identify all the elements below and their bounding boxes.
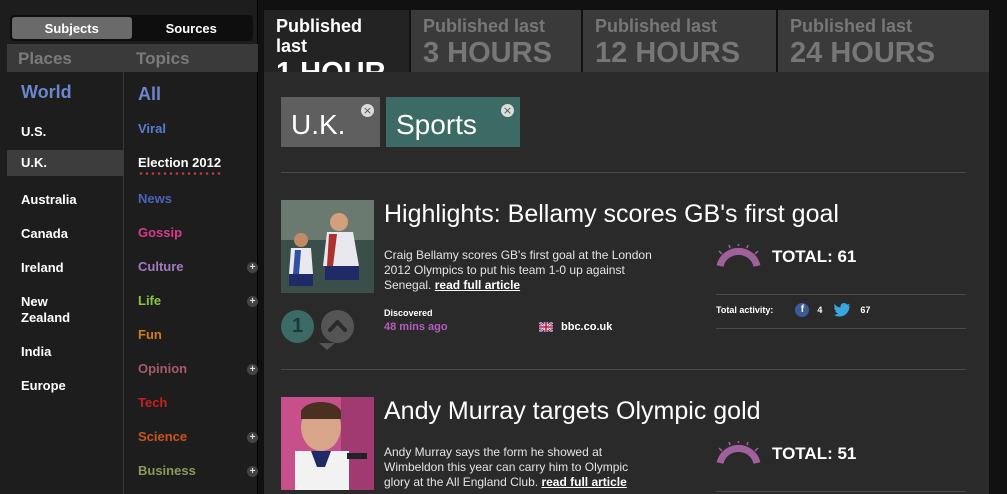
discovered-time: 48 mins ago (384, 321, 448, 333)
subjects-toggle-button[interactable]: Subjects (12, 17, 132, 39)
topic-item-business[interactable]: Business + (124, 463, 258, 478)
tab-3-hours-line1: Published last (423, 16, 546, 36)
read-full-article-link[interactable]: read full article (435, 278, 520, 292)
topic-item-science[interactable]: Science + (124, 429, 258, 444)
time-range-tabs: Published last 1 HOUR Published last 3 H… (264, 10, 989, 89)
expand-science-icon[interactable]: + (247, 432, 258, 443)
topic-item-tech[interactable]: Tech (124, 395, 258, 410)
left-navigation: Subjects Sources Places Topics World U.S… (0, 0, 258, 494)
uk-flag-icon (539, 322, 553, 332)
topic-label-opinion: Opinion (138, 361, 188, 376)
topic-item-culture[interactable]: Culture + (124, 259, 258, 274)
article-total-score: TOTAL: 51 (772, 444, 857, 463)
divider (281, 172, 966, 173)
place-item-uk[interactable]: U.K. (7, 150, 123, 176)
topic-item-opinion[interactable]: Opinion + (124, 361, 258, 376)
filter-chip-uk-label: U.K. (291, 109, 346, 140)
topic-label-culture: Culture (138, 259, 184, 274)
article-total-score: TOTAL: 61 (772, 247, 857, 266)
popularity-meter-icon (716, 441, 761, 465)
tab-3-hours[interactable]: Published last 3 HOURS (411, 10, 581, 72)
chevron-up-icon (328, 320, 347, 332)
place-item-us[interactable]: U.S. (7, 124, 123, 140)
divider (281, 369, 966, 370)
article-headline[interactable]: Highlights: Bellamy scores GB's first go… (384, 200, 839, 229)
remove-filter-uk-icon[interactable]: × (361, 104, 374, 117)
election-dots-decoration (138, 172, 222, 175)
topic-item-news[interactable]: News (124, 191, 258, 206)
activity-divider (716, 491, 966, 492)
expand-opinion-icon[interactable]: + (247, 364, 258, 375)
article-summary: Andy Murray says the form he showed at W… (384, 445, 654, 490)
facebook-count: 4 (817, 305, 823, 315)
tab-12-hours[interactable]: Published last 12 HOURS (583, 10, 776, 72)
article-item: Andy Murray targets Olympic gold Andy Mu… (281, 397, 966, 494)
tab-3-hours-line2: 3 HOURS (423, 37, 552, 69)
filter-chip-uk[interactable]: U.K. × (281, 97, 380, 147)
place-item-new-zealand[interactable]: New Zealand (7, 294, 87, 326)
topic-label-science: Science (138, 429, 188, 444)
place-item-canada[interactable]: Canada (7, 226, 123, 242)
activity-label: Total activity: (716, 305, 774, 315)
article-headline[interactable]: Andy Murray targets Olympic gold (384, 397, 761, 426)
topic-item-all[interactable]: All (124, 84, 258, 105)
tab-24-hours-line2: 24 HOURS (790, 37, 936, 69)
filter-chip-sports-label: Sports (396, 109, 477, 140)
activity-divider (716, 328, 966, 329)
place-item-india[interactable]: India (7, 344, 123, 360)
place-item-europe[interactable]: Europe (7, 378, 123, 394)
place-item-ireland[interactable]: Ireland (7, 260, 123, 276)
topic-item-election-2012[interactable]: Election 2012 (124, 155, 258, 175)
subjects-sources-toggle: Subjects Sources (10, 15, 253, 41)
topic-item-gossip[interactable]: Gossip (124, 225, 258, 240)
main-panel: U.K. × Sports × Highlights: Bellamy scor… (264, 72, 989, 494)
tab-1-hour-line1: Published last (276, 16, 363, 56)
topics-heading: Topics (136, 49, 190, 68)
vote-caret (319, 343, 335, 350)
place-item-world[interactable]: World (7, 83, 123, 101)
tab-1-hour[interactable]: Published last 1 HOUR (264, 10, 409, 89)
expand-business-icon[interactable]: + (247, 466, 258, 477)
topic-label-business: Business (138, 463, 196, 478)
tab-24-hours-line1: Published last (790, 16, 913, 36)
twitter-icon (834, 303, 852, 317)
twitter-count: 67 (860, 305, 871, 315)
tab-12-hours-line2: 12 HOURS (595, 37, 741, 69)
topic-label-election-2012: Election 2012 (138, 155, 222, 170)
topic-item-life[interactable]: Life + (124, 293, 258, 308)
article-thumbnail[interactable] (281, 200, 374, 293)
column-headings: Places Topics (7, 44, 258, 72)
topic-label-life: Life (138, 293, 162, 308)
discovered-label: Discovered (384, 308, 433, 318)
popularity-meter-icon (716, 244, 761, 268)
article-item: Highlights: Bellamy scores GB's first go… (281, 200, 966, 360)
article-source-domain: bbc.co.uk (561, 321, 613, 333)
activity-stats: Total activity: f 4 67 (716, 303, 870, 317)
topic-item-fun[interactable]: Fun (124, 327, 258, 342)
filter-chip-sports[interactable]: Sports × (386, 97, 520, 147)
article-source[interactable]: bbc.co.uk (539, 321, 612, 333)
places-heading: Places (18, 49, 72, 68)
article-summary: Craig Bellamy scores GB's first goal at … (384, 248, 654, 293)
article-thumbnail[interactable] (281, 397, 374, 490)
sources-toggle-button[interactable]: Sources (132, 17, 252, 39)
expand-culture-icon[interactable]: + (247, 262, 258, 273)
expand-life-icon[interactable]: + (247, 296, 258, 307)
tab-12-hours-line1: Published last (595, 16, 718, 36)
upvote-button[interactable] (321, 310, 354, 343)
rank-badge: 1 (281, 310, 314, 343)
tab-24-hours[interactable]: Published last 24 HOURS (778, 10, 989, 72)
facebook-icon: f (795, 303, 810, 317)
topic-item-viral[interactable]: Viral (124, 121, 258, 136)
place-item-australia[interactable]: Australia (7, 192, 123, 208)
read-full-article-link[interactable]: read full article (541, 475, 626, 489)
remove-filter-sports-icon[interactable]: × (501, 104, 514, 117)
activity-divider (716, 294, 966, 295)
